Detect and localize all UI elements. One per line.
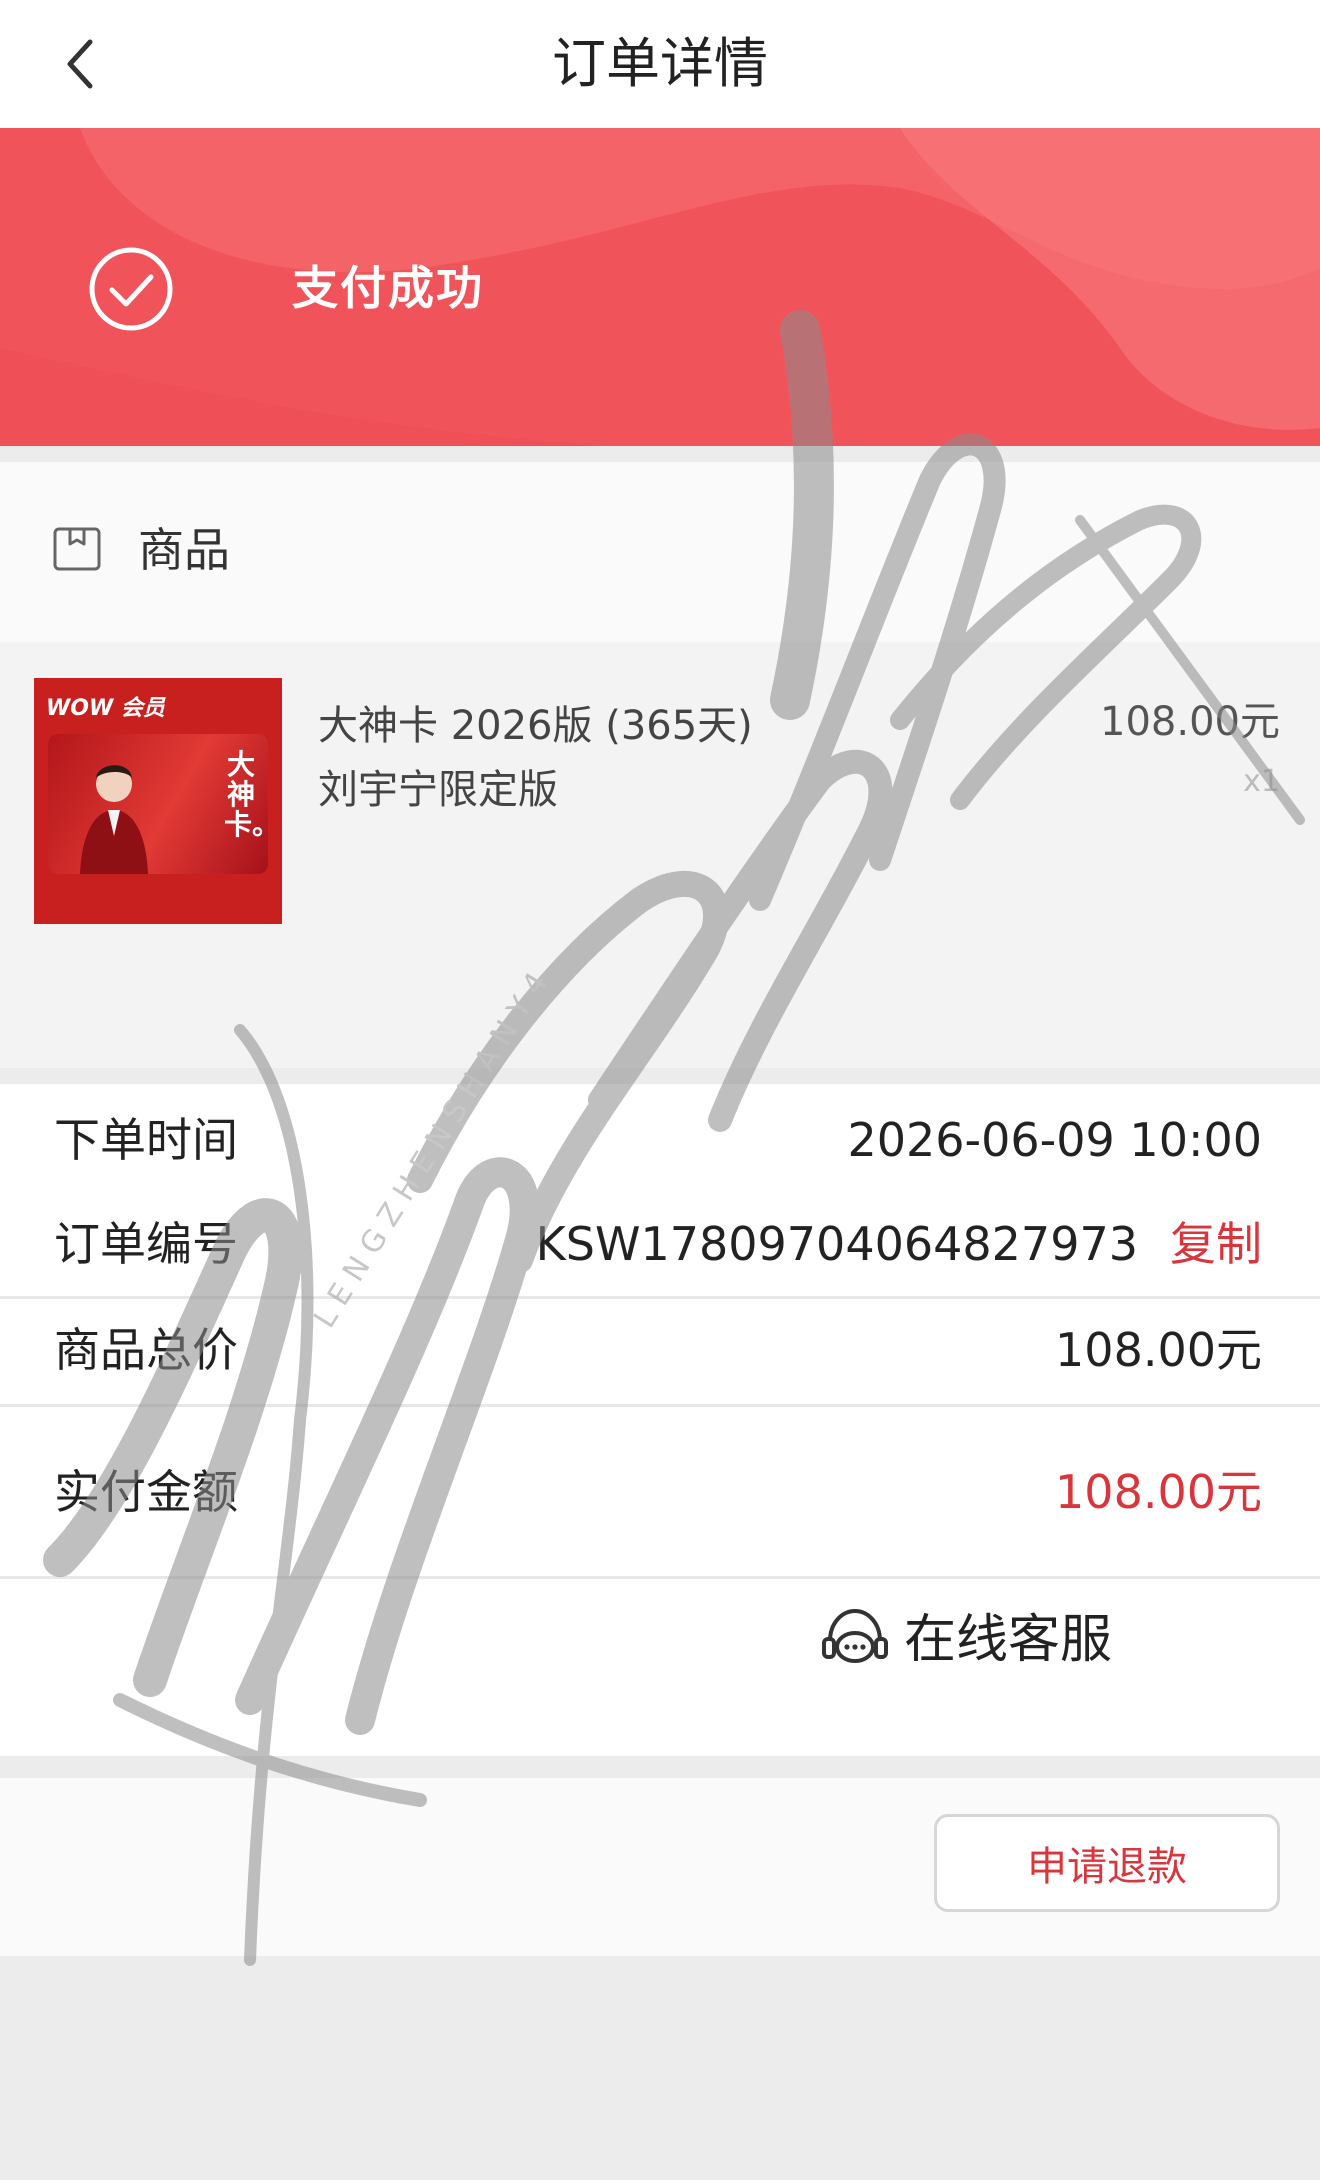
payment-status-banner	[0, 128, 1320, 446]
chat-support-icon	[822, 1608, 888, 1663]
divider	[0, 1296, 1320, 1299]
page-title: 订单详情	[552, 32, 768, 95]
payment-status-text: 支付成功	[292, 261, 484, 315]
thumb-logo: WOW 会员	[46, 696, 165, 721]
package-icon	[53, 527, 101, 571]
copy-order-number-button[interactable]: 复制	[1170, 1212, 1262, 1276]
check-circle-icon	[89, 247, 173, 331]
order-number-label: 订单编号	[54, 1217, 238, 1271]
paid-amount-label: 实付金额	[54, 1465, 238, 1519]
thumb-card-image: 大神卡。	[48, 734, 268, 874]
banner-background	[0, 128, 1320, 446]
goods-section-label: 商品	[138, 523, 230, 577]
divider	[0, 1404, 1320, 1407]
order-number-value: KSW17809704064827973	[535, 1217, 1138, 1271]
apply-refund-button[interactable]: 申请退款	[934, 1814, 1280, 1912]
person-figure	[80, 765, 148, 874]
thumb-title: 大神卡。	[224, 748, 268, 841]
online-service-button[interactable]: 在线客服	[818, 1600, 1112, 1680]
order-time-label: 下单时间	[54, 1113, 238, 1167]
order-info-panel	[0, 1084, 1320, 1756]
product-price: 108.00元	[1100, 699, 1280, 745]
online-service-label: 在线客服	[904, 1610, 1113, 1670]
product-quantity: x1	[1243, 764, 1280, 799]
product-name[interactable]: 大神卡 2026版 (365天) 刘宇宁限定版	[318, 694, 758, 822]
divider	[0, 1576, 1320, 1579]
goods-total-label: 商品总价	[54, 1323, 238, 1377]
paid-amount-value: 108.00元	[1055, 1465, 1262, 1519]
product-thumbnail[interactable]: WOW 会员 大神卡。	[34, 678, 282, 924]
order-time-value: 2026-06-09 10:00	[847, 1113, 1262, 1167]
goods-total-value: 108.00元	[1055, 1323, 1262, 1377]
